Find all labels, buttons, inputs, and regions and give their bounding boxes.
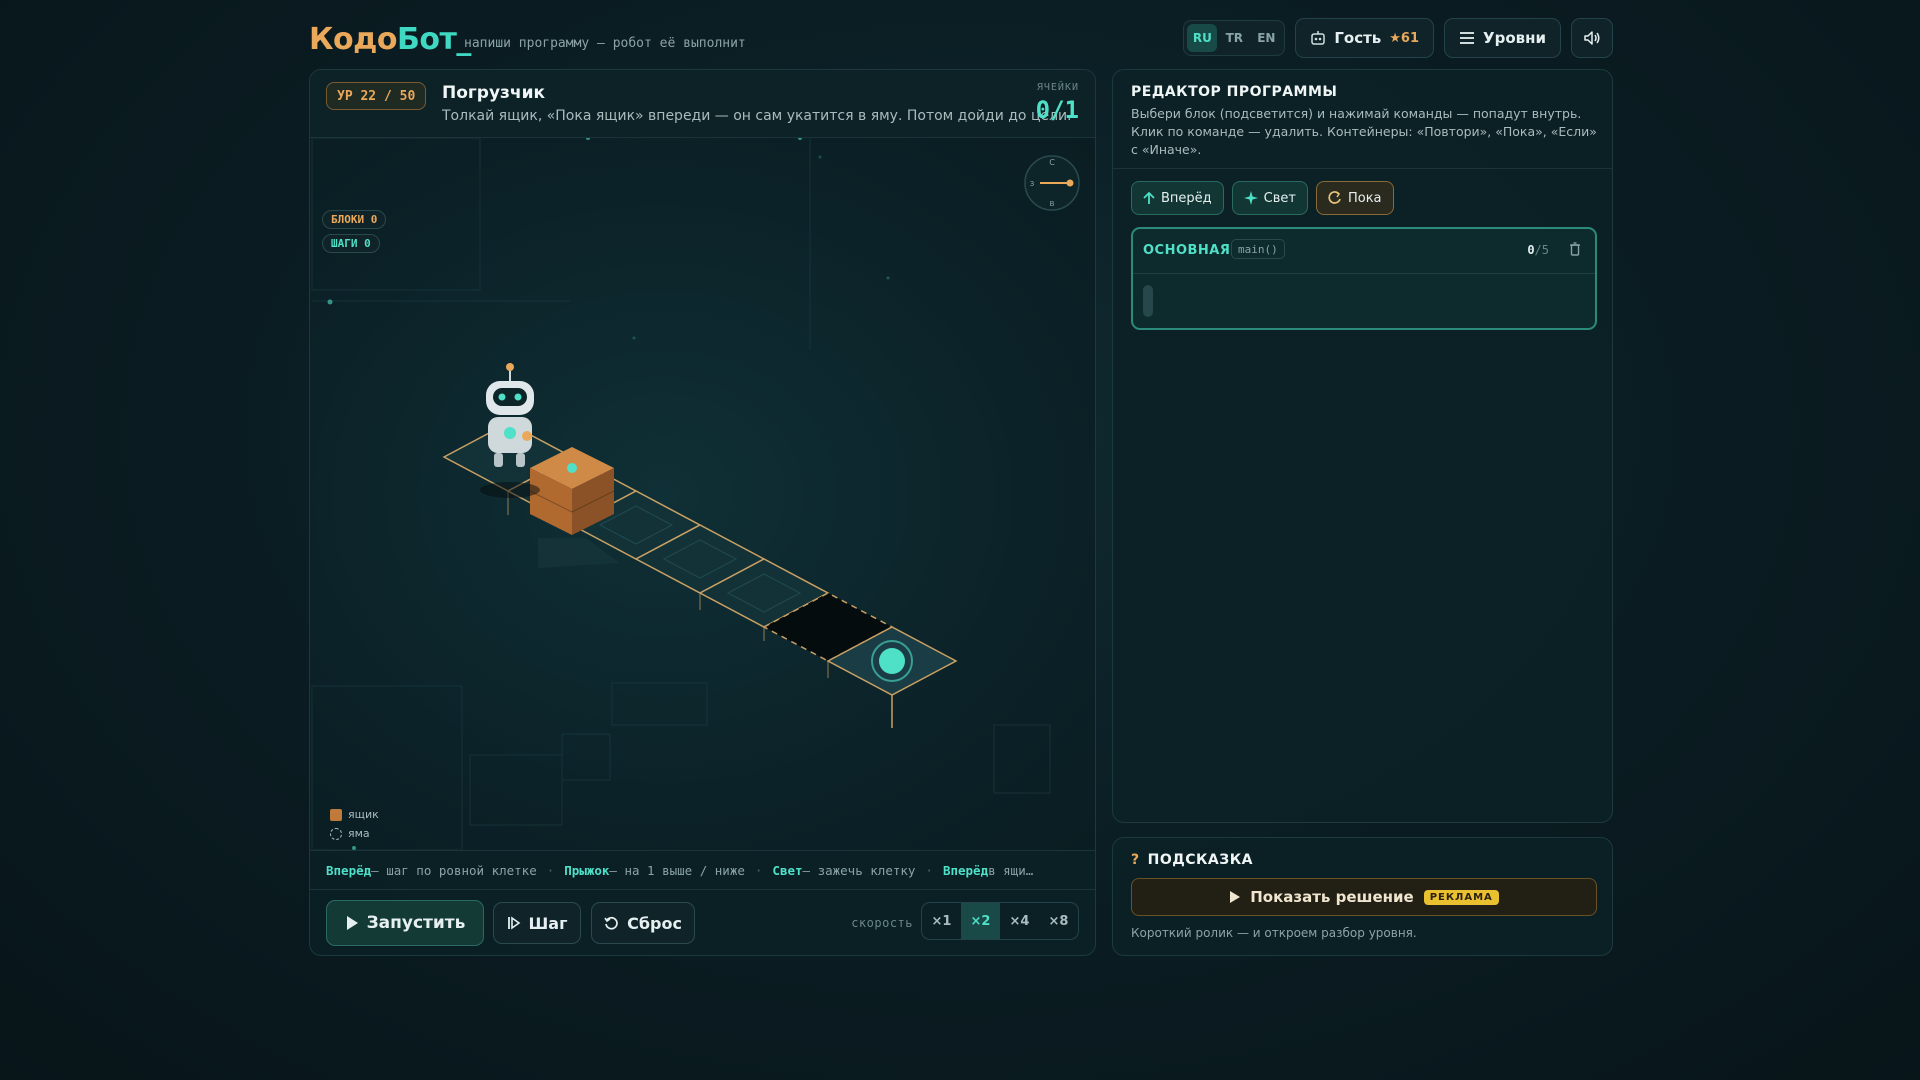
speed-x1[interactable]: ×1 [922, 903, 961, 939]
logo: КодоБот_ [309, 22, 471, 57]
hint-cmd-forward-box: Вперёд [942, 862, 989, 878]
steps-counter: ШАГИ 0 [322, 234, 380, 253]
tagline: напиши программу — робот её выполнит [464, 36, 746, 51]
level-header: УР 22 / 50 Погрузчик Толкай ящик, «Пока … [310, 70, 1095, 138]
level-badge: УР 22 / 50 [326, 82, 427, 110]
hint-text-jump: — на 1 выше / ниже [609, 862, 745, 878]
command-forward[interactable]: Вперёд [1131, 181, 1224, 215]
level-title: Погрузчик [442, 83, 546, 103]
cells-label: ЯЧЕЙКИ [1036, 82, 1079, 93]
legend-label-pit: яма [348, 827, 370, 840]
header: КодоБот_ напиши программу — робот её вып… [309, 16, 1613, 76]
command-light[interactable]: Свет [1231, 181, 1308, 215]
user-stars: ★61 [1389, 30, 1420, 46]
levels-button[interactable]: Уровни [1444, 18, 1561, 58]
trash-icon[interactable] [1569, 241, 1581, 260]
logo-part1: Кодо [309, 22, 397, 57]
robot-icon [1311, 31, 1326, 45]
legend-label-box: ящик [348, 808, 379, 821]
reset-label: Сброс [627, 913, 682, 933]
step-label: Шаг [528, 913, 568, 933]
speaker-icon [1584, 31, 1600, 45]
play-icon [1230, 891, 1241, 903]
hint-title-text: ПОДСКАЗКА [1147, 852, 1253, 868]
logo-part2: Бот_ [396, 22, 471, 57]
loop-icon [1328, 191, 1341, 204]
sound-button[interactable] [1571, 18, 1613, 58]
reset-icon [604, 916, 618, 930]
compass-south: В [1050, 200, 1055, 208]
main-count-limit: /5 [1534, 243, 1549, 257]
command-hints: Вперёд — шаг по ровной клетке · Прыжок —… [310, 850, 1095, 890]
command-while-label: Пока [1347, 190, 1382, 206]
command-palette: Вперёд Свет Пока [1131, 181, 1394, 215]
command-forward-label: Вперёд [1161, 190, 1212, 206]
main-count: 0/5 [1527, 243, 1549, 257]
question-icon: ? [1131, 852, 1140, 868]
controls: Запустить Шаг Сброс скорость ×1 ×2 ×4 ×8 [310, 890, 1095, 955]
step-button[interactable]: Шаг [493, 902, 581, 944]
box-swatch [330, 808, 342, 821]
command-light-label: Свет [1263, 190, 1296, 206]
run-button[interactable]: Запустить [326, 900, 484, 946]
user-button[interactable]: Гость ★61 [1295, 18, 1435, 58]
legend-item-box: ящик [330, 808, 379, 821]
compass-west: З [1030, 180, 1035, 188]
board-scene: С З В [311, 138, 1080, 850]
compass-north: С [1049, 158, 1055, 167]
play-icon [346, 916, 358, 930]
language-switcher: RU TR EN [1183, 20, 1286, 56]
show-solution-label: Показать решение [1250, 888, 1414, 906]
program-editor: РЕДАКТОР ПРОГРАММЫ Выбери блок (подсвети… [1112, 69, 1613, 823]
editor-title: РЕДАКТОР ПРОГРАММЫ [1131, 84, 1338, 100]
levels-label: Уровни [1483, 29, 1546, 47]
sparkle-icon [1243, 191, 1258, 205]
editor-description: Выбери блок (подсветится) и нажимай кома… [1131, 106, 1597, 157]
lang-en[interactable]: EN [1251, 24, 1281, 52]
level-panel: УР 22 / 50 Погрузчик Толкай ящик, «Пока … [309, 69, 1096, 956]
menu-icon [1460, 32, 1475, 44]
command-while[interactable]: Пока [1315, 181, 1394, 215]
hint-note: Короткий ролик — и откроем разбор уровня… [1131, 926, 1417, 940]
legend-item-pit: яма [330, 827, 379, 840]
cells-value: 0/1 [1035, 96, 1079, 124]
speed-x8[interactable]: ×8 [1039, 903, 1078, 939]
game-board: С З В БЛОКИ 0 ШАГИ 0 ящик яма [310, 138, 1095, 850]
main-name: ОСНОВНАЯ [1143, 243, 1231, 258]
pit-swatch [330, 827, 342, 840]
user-name: Гость [1334, 29, 1382, 47]
compass: С З В [1024, 155, 1080, 211]
arrow-up-icon [1143, 191, 1155, 204]
blocks-counter: БЛОКИ 0 [322, 210, 387, 229]
level-description: Толкай ящик, «Пока ящик» впереди — он са… [442, 108, 1072, 124]
hint-cmd-jump: Прыжок [564, 862, 610, 878]
main-signature: main() [1231, 239, 1285, 259]
reset-button[interactable]: Сброс [591, 902, 695, 944]
hint-cmd-forward: Вперёд [326, 862, 372, 878]
show-solution-button[interactable]: Показать решение РЕКЛАМА [1131, 878, 1597, 916]
hint-cmd-light: Свет [772, 862, 803, 878]
header-actions: RU TR EN Гость ★61 Уровни [1183, 18, 1613, 58]
lang-tr[interactable]: TR [1219, 24, 1249, 52]
speed-x2[interactable]: ×2 [961, 903, 1000, 939]
main-count-value: 0 [1527, 243, 1535, 257]
main-procedure[interactable]: ОСНОВНАЯ main() 0/5 [1131, 227, 1597, 330]
speed-x4[interactable]: ×4 [1000, 903, 1039, 939]
speed-selector: ×1 ×2 ×4 ×8 [921, 902, 1079, 940]
speed-label: скорость [851, 916, 913, 930]
hint-text-light: — зажечь клетку [802, 862, 916, 878]
legend: ящик яма [330, 802, 379, 840]
hint-panel: ? ПОДСКАЗКА Показать решение РЕКЛАМА Коро… [1112, 837, 1613, 956]
ad-badge: РЕКЛАМА [1423, 889, 1499, 905]
run-label: Запустить [366, 913, 466, 933]
hint-text-forward-box: в ящи… [988, 862, 1034, 878]
step-icon [507, 916, 520, 930]
lang-ru[interactable]: RU [1187, 24, 1218, 52]
drop-slot[interactable] [1143, 285, 1153, 317]
goal-orb [879, 648, 905, 674]
hint-text-forward: — шаг по ровной клетке [371, 862, 537, 878]
hint-title: ? ПОДСКАЗКА [1131, 852, 1253, 868]
